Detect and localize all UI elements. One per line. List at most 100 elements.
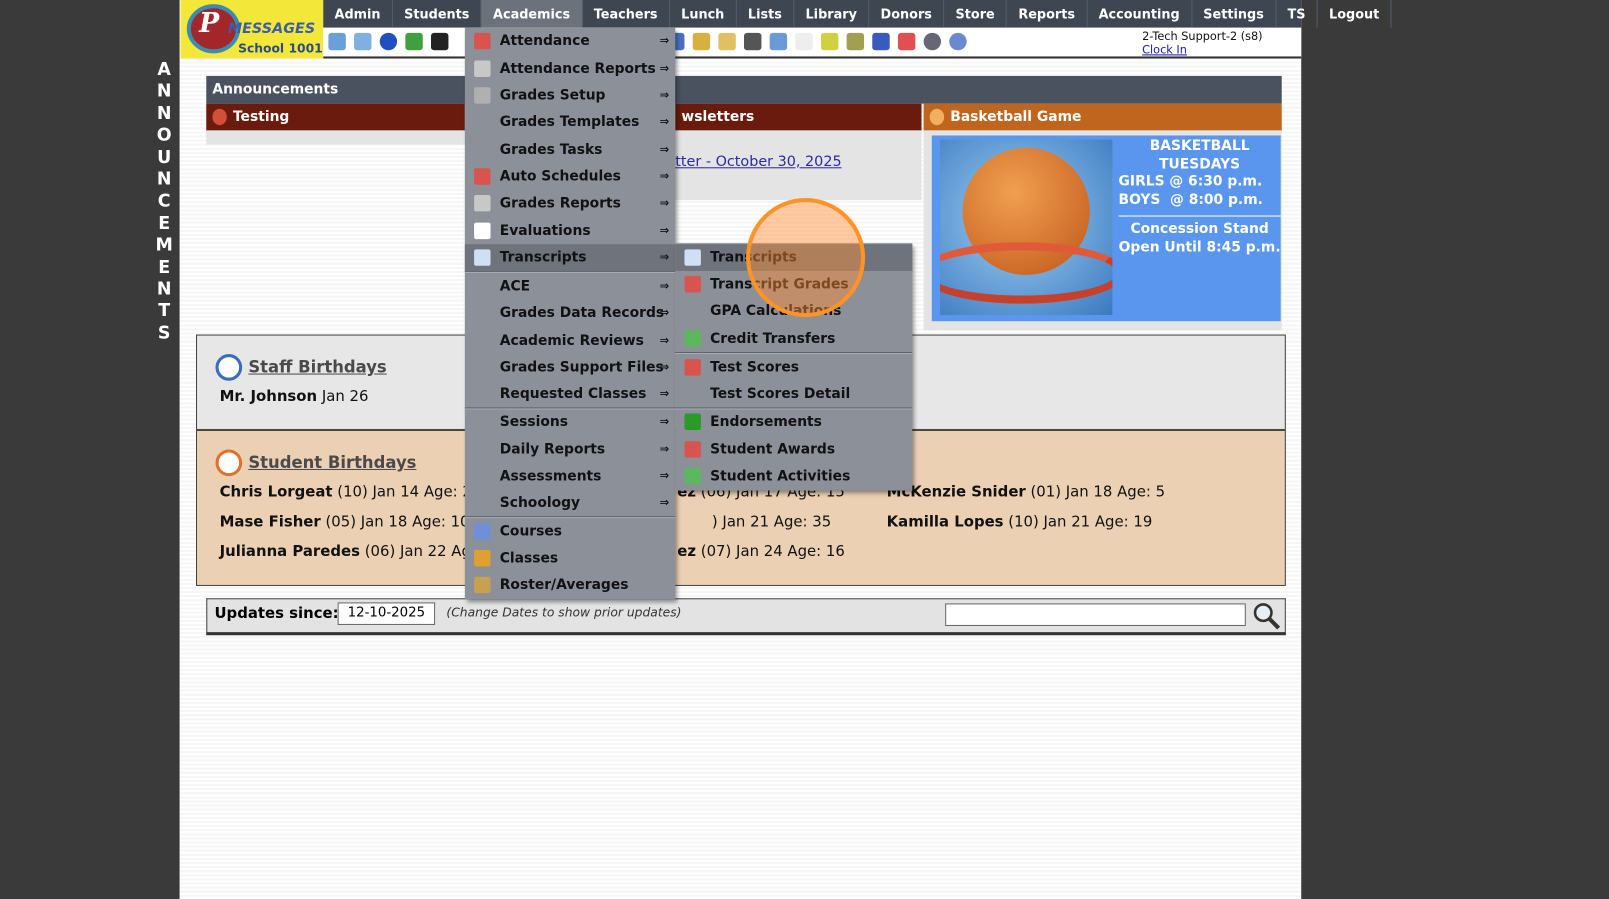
submenu-arrow-icon: ⇒ bbox=[659, 442, 670, 456]
menu-item-grades-reports[interactable]: Grades Reports ⇒ bbox=[465, 190, 675, 217]
chat-icon[interactable] bbox=[405, 32, 423, 51]
register-icon[interactable] bbox=[897, 32, 916, 51]
logo-word: MESSAGES bbox=[227, 20, 316, 37]
menu-item-courses[interactable]: Courses bbox=[465, 518, 675, 545]
school-name: School 1001 bbox=[238, 41, 323, 56]
menu-item-transcripts[interactable]: Transcripts ⇒ bbox=[464, 244, 676, 271]
nav-library[interactable]: Library bbox=[794, 0, 870, 28]
menu-item-label: ACE bbox=[499, 278, 531, 295]
flyer-line: BOYS @ 8:00 p.m. bbox=[1118, 191, 1263, 208]
phone-icon[interactable] bbox=[431, 32, 449, 51]
logo[interactable]: P MESSAGES School 1001 bbox=[180, 0, 324, 59]
menu-item-grades-tasks[interactable]: Grades Tasks ⇒ bbox=[465, 136, 675, 163]
menu-item-daily-reports[interactable]: Daily Reports ⇒ bbox=[465, 436, 675, 463]
submenu-arrow-icon: ⇒ bbox=[659, 223, 670, 238]
basketball-image bbox=[939, 139, 1113, 316]
nav-academics[interactable]: Academics bbox=[481, 0, 583, 28]
user-info: 2-Tech Support-2 (s8) Clock In bbox=[1142, 30, 1262, 57]
menu-item-credit-transfers[interactable]: Credit Transfers bbox=[675, 325, 912, 352]
menu-item-grades-support-files[interactable]: Grades Support Files ⇒ bbox=[465, 354, 675, 381]
student-birthday-item: Kamilla Lopes (10) Jan 21 Age: 19 bbox=[886, 514, 1153, 531]
menu-item-attendance-reports[interactable]: Attendance Reports ⇒ bbox=[465, 55, 675, 82]
basketball-text: BASKETBALL TUESDAYS GIRLS @ 6:30 p.m. BO… bbox=[1118, 138, 1281, 257]
person-icon[interactable] bbox=[718, 32, 736, 51]
book-icon bbox=[474, 523, 491, 540]
submenu-arrow-icon: ⇒ bbox=[659, 114, 670, 129]
nav-lists[interactable]: Lists bbox=[737, 0, 795, 28]
menu-item-sessions[interactable]: Sessions ⇒ bbox=[465, 408, 675, 435]
nav-store[interactable]: Store bbox=[944, 0, 1008, 28]
menu-item-evaluations[interactable]: Evaluations ⇒ bbox=[465, 218, 675, 245]
menu-item-test-scores-detail[interactable]: Test Scores Detail bbox=[675, 381, 912, 408]
calculator-icon[interactable] bbox=[769, 32, 788, 51]
alert-icon[interactable] bbox=[949, 32, 967, 51]
menu-item-attendance[interactable]: Attendance ⇒ bbox=[465, 28, 675, 55]
vertical-letter: N bbox=[156, 81, 172, 103]
calendar-icon bbox=[474, 32, 491, 50]
clock-in-link[interactable]: Clock In bbox=[1142, 43, 1187, 56]
pdf-icon[interactable] bbox=[872, 32, 890, 51]
student-birthdays-title[interactable]: Student Birthdays bbox=[248, 453, 416, 472]
announcements-header: Announcements bbox=[206, 75, 1282, 104]
nav-settings[interactable]: Settings bbox=[1192, 0, 1277, 28]
nav-students[interactable]: Students bbox=[393, 0, 482, 28]
birthday-icon bbox=[215, 354, 243, 381]
nav-teachers[interactable]: Teachers bbox=[582, 0, 670, 28]
menu-item-label: Transcripts bbox=[499, 249, 587, 266]
student-birthday-item: ) Jan 21 Age: 35 bbox=[711, 514, 832, 531]
menu-item-grades-templates[interactable]: Grades Templates ⇒ bbox=[465, 109, 675, 136]
note-arrow-icon[interactable] bbox=[692, 32, 711, 51]
pushpin-icon bbox=[212, 108, 227, 126]
menu-item-academic-reviews[interactable]: Academic Reviews ⇒ bbox=[465, 327, 675, 354]
nav-lunch[interactable]: Lunch bbox=[670, 0, 737, 28]
flyer-line: Open Until 8:45 p.m. bbox=[1118, 238, 1281, 256]
submenu-arrow-icon: ⇒ bbox=[659, 250, 670, 264]
submenu-arrow-icon: ⇒ bbox=[659, 142, 670, 156]
menu-item-ace[interactable]: ACE ⇒ bbox=[465, 273, 675, 300]
nav-donors[interactable]: Donors bbox=[869, 0, 945, 28]
menu-item-label: Courses bbox=[499, 523, 563, 540]
ap-icon[interactable] bbox=[846, 32, 865, 51]
nav-accounting[interactable]: Accounting bbox=[1087, 0, 1192, 28]
nav-reports[interactable]: Reports bbox=[1007, 0, 1088, 28]
submenu-arrow-icon: ⇒ bbox=[659, 386, 670, 401]
menu-item-requested-classes[interactable]: Requested Classes ⇒ bbox=[465, 381, 675, 408]
search-input[interactable] bbox=[945, 603, 1246, 626]
menu-item-student-activities[interactable]: Student Activities bbox=[675, 463, 912, 490]
printer-icon[interactable] bbox=[820, 32, 839, 51]
menu-item-grades-setup[interactable]: Grades Setup ⇒ bbox=[465, 82, 675, 109]
help-icon[interactable] bbox=[923, 32, 942, 51]
menu-item-auto-schedules[interactable]: Auto Schedules ⇒ bbox=[465, 163, 675, 190]
at-icon[interactable] bbox=[379, 32, 398, 51]
nav-admin[interactable]: Admin bbox=[323, 0, 393, 28]
menu-item-grades-data-records[interactable]: Grades Data Records ⇒ bbox=[465, 300, 675, 327]
updates-bar: Updates since: 12-10-2025 (Change Dates … bbox=[206, 598, 1286, 636]
submenu-arrow-icon: ⇒ bbox=[659, 61, 670, 75]
student-birthday-item: Julianna Paredes (06) Jan 22 Age: bbox=[219, 543, 486, 561]
calendar-grid-icon[interactable] bbox=[354, 32, 372, 51]
updates-date-input[interactable]: 12-10-2025 bbox=[337, 602, 436, 625]
nav-logout[interactable]: Logout bbox=[1318, 0, 1392, 28]
updates-label: Updates since: bbox=[214, 605, 339, 622]
menu-item-label: Schoology bbox=[499, 494, 581, 512]
pushpin-icon bbox=[929, 108, 945, 126]
staff-birthdays-title[interactable]: Staff Birthdays bbox=[248, 357, 386, 376]
a-plus-icon bbox=[684, 359, 701, 376]
card-icon[interactable] bbox=[795, 32, 813, 51]
menu-item-label: Test Scores Detail bbox=[710, 385, 851, 403]
submenu-arrow-icon: ⇒ bbox=[659, 169, 670, 183]
submenu-arrow-icon: ⇒ bbox=[659, 360, 670, 374]
menu-item-endorsements[interactable]: Endorsements bbox=[675, 408, 912, 435]
menu-item-test-scores[interactable]: Test Scores bbox=[675, 354, 912, 381]
vertical-letter: E bbox=[158, 257, 171, 278]
nav-ts[interactable]: TS bbox=[1276, 0, 1318, 28]
search-icon[interactable] bbox=[328, 32, 346, 51]
menu-item-classes[interactable]: Classes bbox=[465, 545, 675, 572]
search-icon[interactable] bbox=[1252, 601, 1281, 630]
newsletter-link[interactable]: tter - October 30, 2025 bbox=[675, 154, 916, 170]
menu-item-roster-averages[interactable]: Roster/Averages bbox=[465, 572, 675, 599]
menu-item-schoology[interactable]: Schoology ⇒ bbox=[465, 489, 675, 516]
alarm-clock-icon[interactable] bbox=[743, 32, 762, 51]
menu-item-student-awards[interactable]: Student Awards bbox=[675, 436, 912, 463]
menu-item-assessments[interactable]: Assessments ⇒ bbox=[465, 463, 675, 490]
